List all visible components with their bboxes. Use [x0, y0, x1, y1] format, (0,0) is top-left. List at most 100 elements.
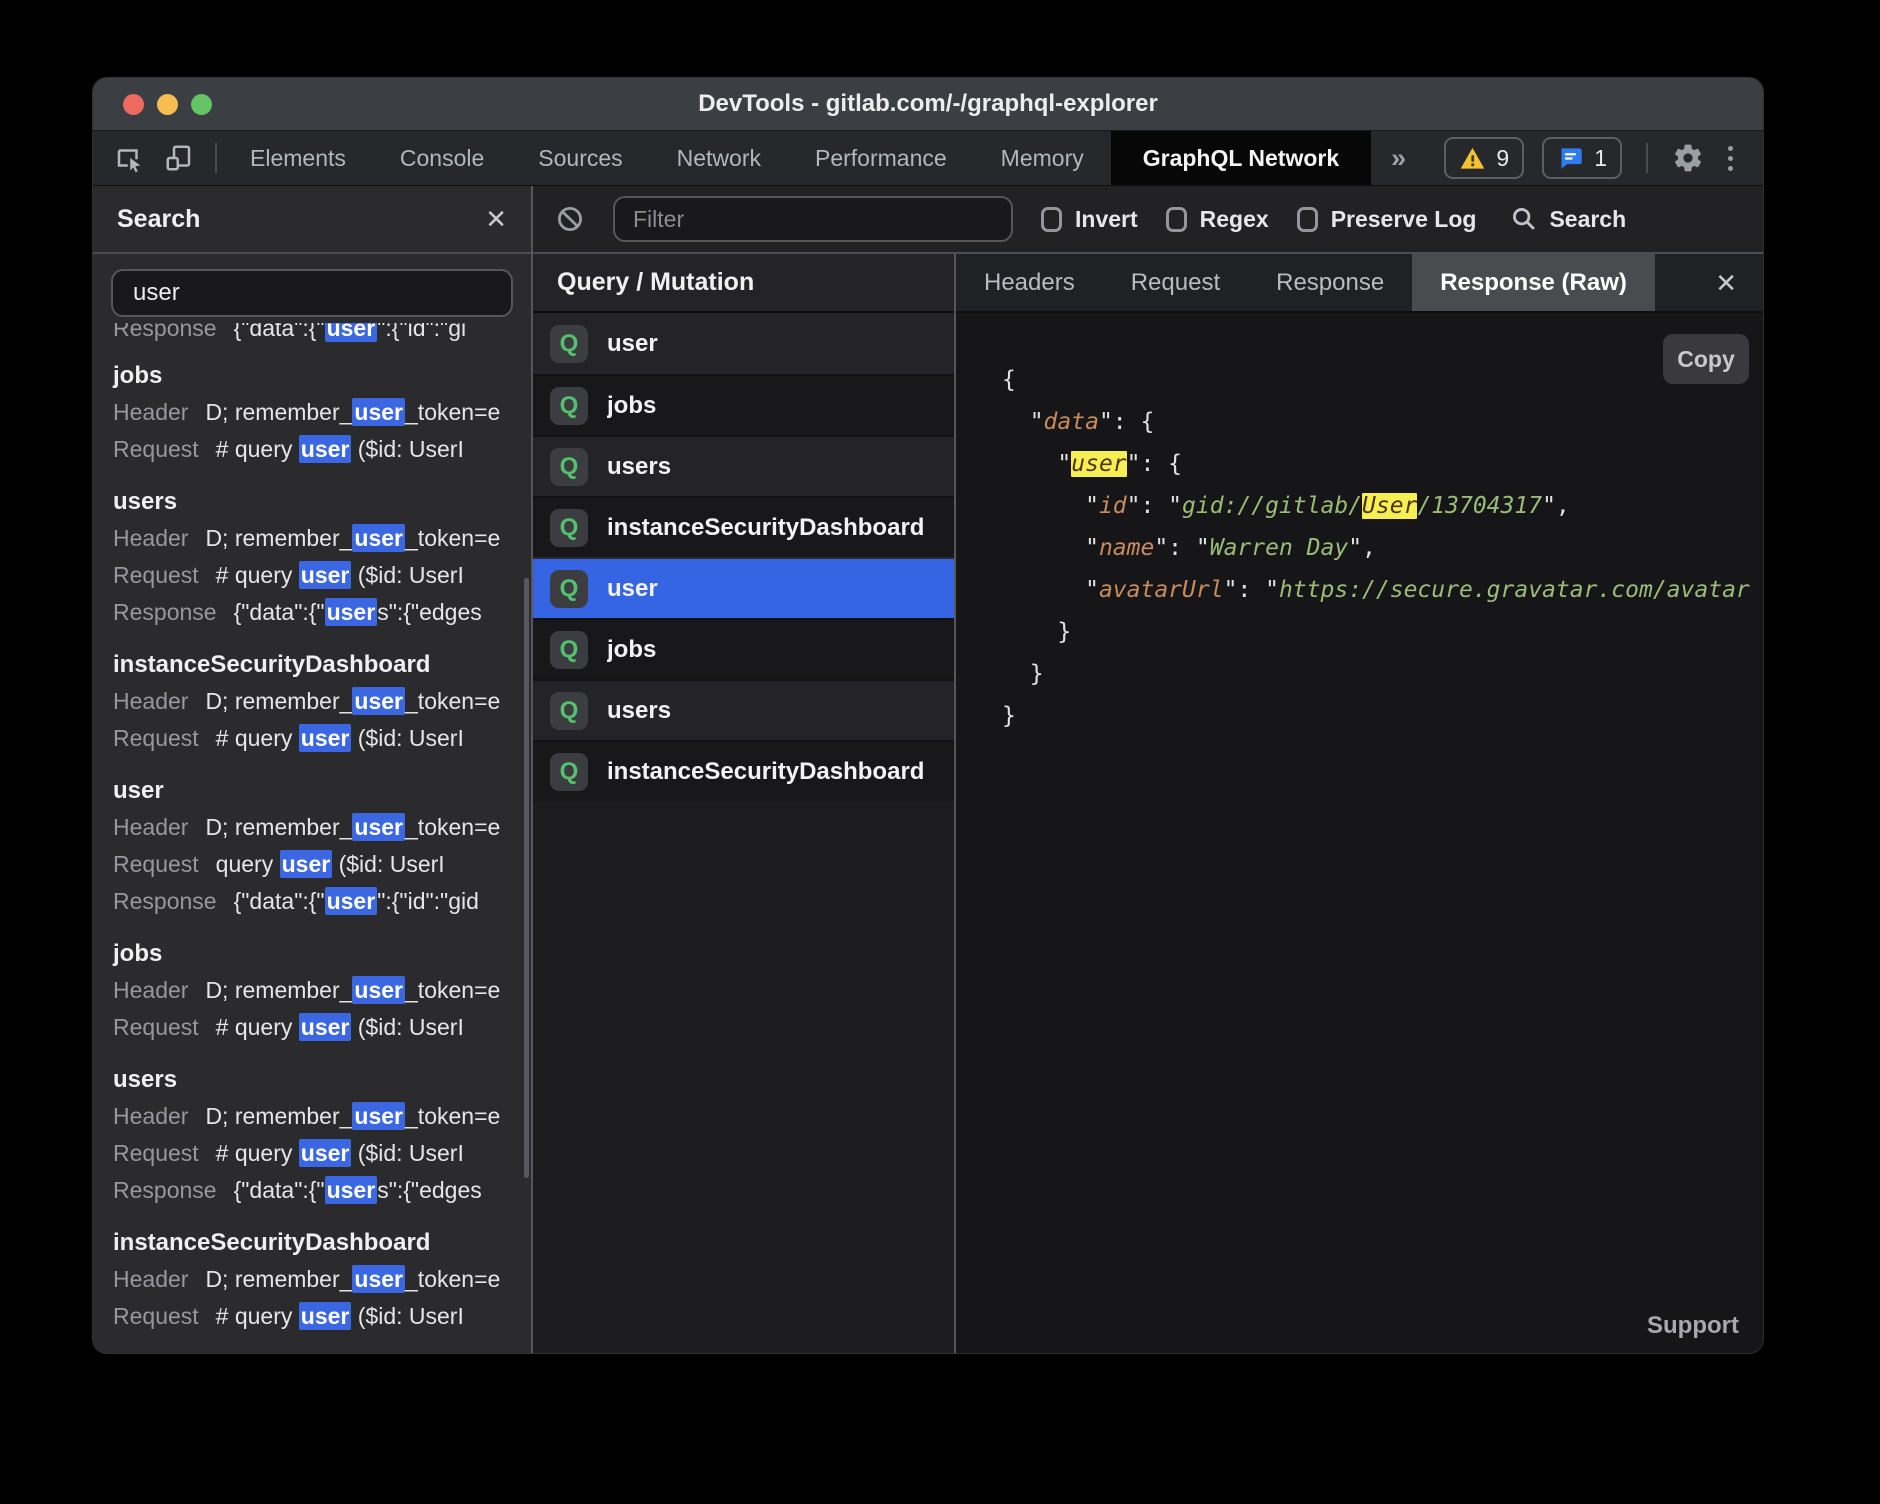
json-line: { — [1002, 359, 1763, 401]
detail-tab-headers[interactable]: Headers — [956, 254, 1103, 311]
match-highlight: user — [299, 1013, 352, 1041]
result-group-title[interactable]: instanceSecurityDashboard — [113, 646, 511, 683]
tab-elements[interactable]: Elements — [223, 131, 373, 185]
close-window-button[interactable] — [123, 94, 144, 115]
preserve-log-checkbox[interactable]: Preserve Log — [1297, 206, 1477, 233]
invert-checkbox[interactable]: Invert — [1041, 206, 1138, 233]
tab-memory[interactable]: Memory — [974, 131, 1111, 185]
query-item-jobs[interactable]: Qjobs — [533, 618, 954, 679]
result-line[interactable]: Request# query user ($id: UserI — [113, 720, 511, 757]
filter-bar: Invert Regex Preserve Log — [533, 186, 1763, 254]
result-line[interactable]: HeaderD; remember_user_token=e — [113, 972, 511, 1009]
query-item-instanceSecurityDashboard[interactable]: QinstanceSecurityDashboard — [533, 496, 954, 557]
detail-tab-response-raw-[interactable]: Response (Raw) — [1412, 254, 1655, 311]
result-line[interactable]: Request# query user ($id: UserI — [113, 1298, 511, 1335]
query-rows: QuserQjobsQusersQinstanceSecurityDashboa… — [533, 313, 954, 801]
result-line[interactable]: Response{"data":{"users":{"edges — [113, 594, 511, 631]
tab-sources[interactable]: Sources — [511, 131, 649, 185]
result-line[interactable]: Request# query user ($id: UserI — [113, 1009, 511, 1046]
match-highlight: user — [325, 887, 378, 915]
result-line[interactable]: HeaderD; remember_user_token=e — [113, 394, 511, 431]
search-panel: Search ✕ Response{"data":{"user":{"id":"… — [93, 186, 533, 1353]
result-line[interactable]: Request# query user ($id: UserI — [113, 557, 511, 594]
query-item-users[interactable]: Qusers — [533, 679, 954, 740]
kebab-menu-icon[interactable] — [1722, 146, 1739, 171]
result-line[interactable]: Requestquery user ($id: UserI — [113, 846, 511, 883]
query-item-label: user — [607, 330, 658, 358]
detail-tab-request[interactable]: Request — [1103, 254, 1248, 311]
issues-badge[interactable]: 1 — [1542, 137, 1622, 179]
copy-button[interactable]: Copy — [1663, 334, 1749, 384]
result-line[interactable]: HeaderD; remember_user_token=e — [113, 520, 511, 557]
clipped-result-row[interactable]: Response{"data":{"user":{"id":"gi — [93, 323, 531, 349]
close-search-icon[interactable]: ✕ — [485, 206, 507, 232]
match-highlight: user — [352, 813, 405, 841]
match-highlight: user — [352, 524, 405, 552]
query-type-icon: Q — [550, 509, 588, 547]
checkbox-icon[interactable] — [1041, 207, 1062, 232]
detail-tabs: HeadersRequestResponseResponse (Raw) ✕ — [956, 254, 1763, 313]
json-line: "user": { — [1002, 443, 1763, 485]
more-tabs-chevron-icon[interactable]: » — [1371, 131, 1426, 185]
result-group-title[interactable]: instanceSecurityDashboard — [113, 1224, 511, 1261]
query-type-icon: Q — [550, 448, 588, 486]
device-toolbar-icon[interactable] — [157, 138, 201, 178]
inspect-element-icon[interactable] — [107, 138, 151, 178]
match-highlight: user — [352, 1102, 405, 1130]
tab-console[interactable]: Console — [373, 131, 511, 185]
toolbar-icons — [93, 131, 209, 185]
result-line[interactable]: HeaderD; remember_user_token=e — [113, 809, 511, 846]
result-line[interactable]: HeaderD; remember_user_token=e — [113, 1098, 511, 1135]
close-detail-icon[interactable]: ✕ — [1715, 270, 1737, 296]
result-line[interactable]: HeaderD; remember_user_token=e — [113, 1261, 511, 1298]
result-group-title[interactable]: users — [113, 483, 511, 520]
tab-network[interactable]: Network — [650, 131, 788, 185]
issues-count: 1 — [1594, 145, 1607, 172]
match-highlight: user — [325, 323, 378, 342]
result-group: jobsHeaderD; remember_user_token=eReques… — [113, 357, 511, 468]
query-item-instanceSecurityDashboard[interactable]: QinstanceSecurityDashboard — [533, 740, 954, 801]
result-line[interactable]: Response{"data":{"user":{"id":"gi — [113, 323, 511, 347]
result-line-label: Request — [113, 1303, 199, 1329]
result-line[interactable]: Request# query user ($id: UserI — [113, 1135, 511, 1172]
result-line[interactable]: Request# query user ($id: UserI — [113, 431, 511, 468]
settings-gear-icon[interactable] — [1672, 142, 1704, 174]
left-scrollbar-thumb[interactable] — [524, 578, 529, 1178]
detail-tab-response[interactable]: Response — [1248, 254, 1412, 311]
search-input[interactable] — [111, 269, 513, 317]
filter-search-button[interactable]: Search — [1510, 205, 1626, 233]
result-group-title[interactable]: jobs — [113, 935, 511, 972]
result-group: usersHeaderD; remember_user_token=eReque… — [113, 483, 511, 631]
regex-label: Regex — [1200, 206, 1269, 233]
warnings-badge[interactable]: 9 — [1444, 137, 1524, 179]
query-item-label: jobs — [607, 636, 656, 664]
filter-input[interactable] — [613, 196, 1013, 242]
query-item-user[interactable]: Quser — [533, 313, 954, 374]
minimize-window-button[interactable] — [157, 94, 178, 115]
checkbox-icon[interactable] — [1166, 207, 1187, 232]
clear-icon[interactable] — [555, 204, 585, 234]
result-group: userHeaderD; remember_user_token=eReques… — [113, 772, 511, 920]
query-item-jobs[interactable]: Qjobs — [533, 374, 954, 435]
result-group-title[interactable]: users — [113, 1061, 511, 1098]
query-item-user[interactable]: Quser — [533, 557, 954, 618]
query-type-icon: Q — [550, 631, 588, 669]
checkbox-icon[interactable] — [1297, 207, 1318, 232]
query-item-users[interactable]: Qusers — [533, 435, 954, 496]
regex-checkbox[interactable]: Regex — [1166, 206, 1269, 233]
tab-performance[interactable]: Performance — [788, 131, 974, 185]
search-panel-header: Search ✕ — [93, 186, 531, 254]
network-panels: Query / Mutation QuserQjobsQusersQinstan… — [533, 254, 1763, 1353]
query-item-label: instanceSecurityDashboard — [607, 758, 924, 786]
result-line[interactable]: Response{"data":{"users":{"edges — [113, 1172, 511, 1209]
result-group-title[interactable]: jobs — [113, 357, 511, 394]
result-line[interactable]: Response{"data":{"user":{"id":"gid — [113, 883, 511, 920]
warning-icon — [1459, 145, 1486, 172]
result-group-title[interactable]: user — [113, 772, 511, 809]
support-link[interactable]: Support — [1647, 1312, 1739, 1340]
zoom-window-button[interactable] — [191, 94, 212, 115]
match-highlight: user — [352, 976, 405, 1004]
tab-graphql-network[interactable]: GraphQL Network — [1111, 131, 1371, 185]
result-line[interactable]: HeaderD; remember_user_token=e — [113, 683, 511, 720]
result-line-label: Header — [113, 399, 188, 425]
